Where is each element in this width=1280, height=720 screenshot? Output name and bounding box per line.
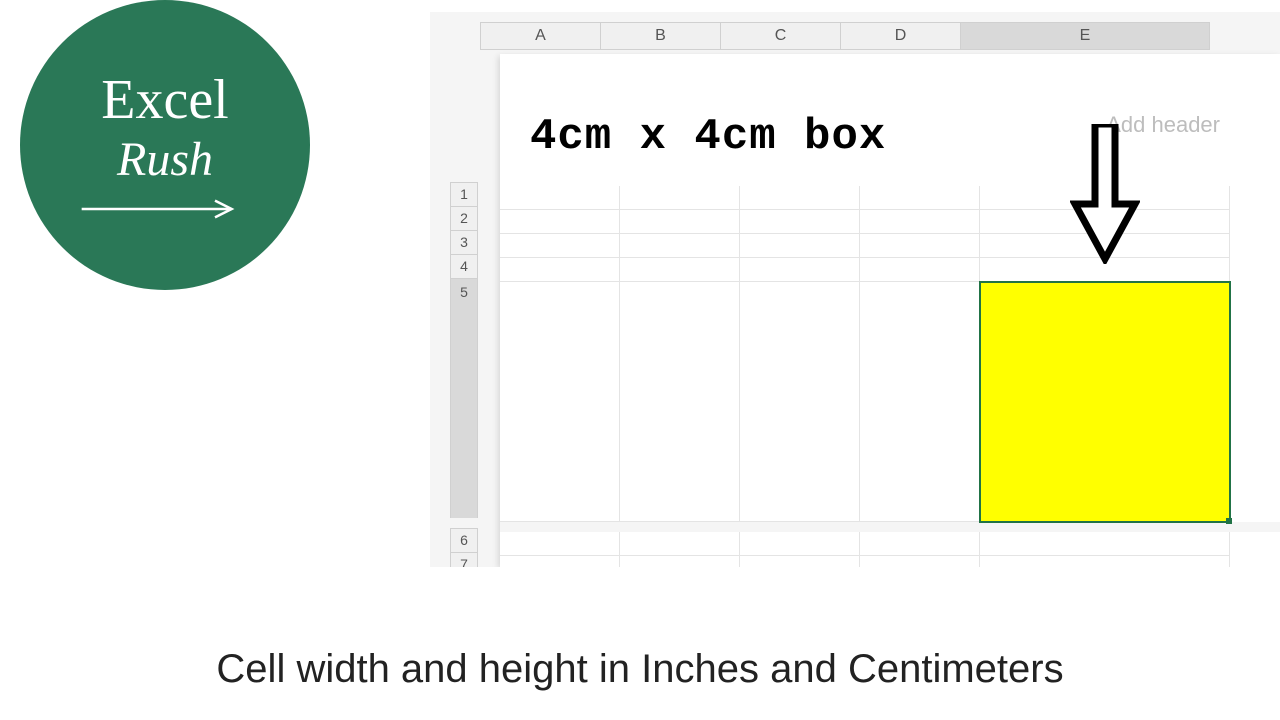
cell-e5-selected[interactable] — [980, 282, 1230, 522]
grid-row — [500, 282, 1280, 522]
row-header-4[interactable]: 4 — [450, 254, 478, 278]
cell-d5[interactable] — [860, 282, 980, 522]
row-header-1[interactable]: 1 — [450, 182, 478, 206]
cell-a7[interactable] — [500, 556, 620, 567]
column-header-d[interactable]: D — [840, 22, 960, 50]
cell-a1[interactable] — [500, 186, 620, 210]
cell-b4[interactable] — [620, 258, 740, 282]
grid-row — [500, 556, 1280, 567]
grid-row — [500, 532, 1280, 556]
column-header-b[interactable]: B — [600, 22, 720, 50]
row-header-3[interactable]: 3 — [450, 230, 478, 254]
brand-logo: Excel Rush — [20, 0, 310, 290]
cell-grid — [500, 186, 1280, 567]
column-header-row: A B C D E — [480, 22, 1280, 50]
cell-c6[interactable] — [740, 532, 860, 556]
cell-b2[interactable] — [620, 210, 740, 234]
cell-a2[interactable] — [500, 210, 620, 234]
grid-row — [500, 186, 1280, 210]
arrow-down-icon — [1070, 124, 1140, 264]
row-header-6[interactable]: 6 — [450, 528, 478, 552]
spreadsheet-panel: A B C D E 1 2 3 4 5 6 7 — [430, 12, 1280, 567]
annotation-title: 4cm x 4cm box — [530, 112, 886, 162]
cell-e6[interactable] — [980, 532, 1230, 556]
cell-a6[interactable] — [500, 532, 620, 556]
column-header-e[interactable]: E — [960, 22, 1210, 50]
cell-b3[interactable] — [620, 234, 740, 258]
cell-b5[interactable] — [620, 282, 740, 522]
cell-a4[interactable] — [500, 258, 620, 282]
row-header-7[interactable]: 7 — [450, 552, 478, 567]
cell-c2[interactable] — [740, 210, 860, 234]
column-header-a[interactable]: A — [480, 22, 600, 50]
page-break-gap — [500, 522, 1280, 532]
cell-c4[interactable] — [740, 258, 860, 282]
row-header-2[interactable]: 2 — [450, 206, 478, 230]
cell-c1[interactable] — [740, 186, 860, 210]
column-header-c[interactable]: C — [720, 22, 840, 50]
cell-b7[interactable] — [620, 556, 740, 567]
logo-text-line2: Rush — [117, 132, 213, 187]
cell-d2[interactable] — [860, 210, 980, 234]
arrow-right-icon — [70, 199, 260, 219]
grid-row — [500, 234, 1280, 258]
grid-row — [500, 210, 1280, 234]
row-gap — [450, 518, 478, 528]
cell-c3[interactable] — [740, 234, 860, 258]
cell-d7[interactable] — [860, 556, 980, 567]
cell-a3[interactable] — [500, 234, 620, 258]
logo-text-line1: Excel — [101, 72, 228, 128]
cell-d3[interactable] — [860, 234, 980, 258]
cell-c5[interactable] — [740, 282, 860, 522]
cell-d4[interactable] — [860, 258, 980, 282]
row-header-5[interactable]: 5 — [450, 278, 478, 518]
cell-c7[interactable] — [740, 556, 860, 567]
cell-b1[interactable] — [620, 186, 740, 210]
grid-row — [500, 258, 1280, 282]
cell-d6[interactable] — [860, 532, 980, 556]
caption-text: Cell width and height in Inches and Cent… — [0, 647, 1280, 692]
cell-b6[interactable] — [620, 532, 740, 556]
cell-e7[interactable] — [980, 556, 1230, 567]
cell-a5[interactable] — [500, 282, 620, 522]
cell-d1[interactable] — [860, 186, 980, 210]
row-header-column: 1 2 3 4 5 6 7 — [450, 182, 478, 567]
